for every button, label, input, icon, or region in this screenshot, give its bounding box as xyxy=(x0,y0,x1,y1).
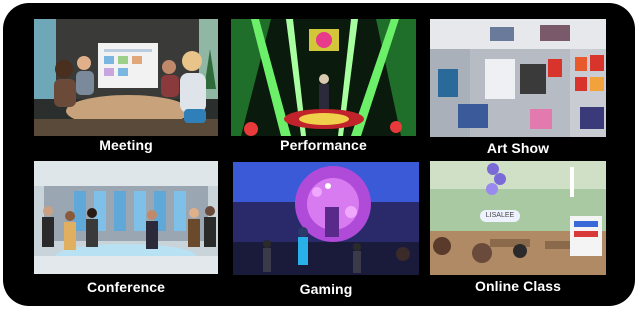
conference-image xyxy=(34,161,218,274)
meeting-label: Meeting xyxy=(99,137,153,153)
conference-label: Conference xyxy=(86,279,166,295)
online-class-label: Online Class xyxy=(474,278,561,294)
meeting-image xyxy=(34,19,218,136)
showcase-panel: LISALEE Meeting Performance Art Show Con… xyxy=(3,3,635,306)
gaming-label: Gaming xyxy=(299,281,353,297)
gaming-image xyxy=(233,162,419,275)
class-name-sign: LISALEE xyxy=(480,210,520,222)
art-show-label: Art Show xyxy=(486,140,550,156)
online-class-image: LISALEE xyxy=(430,161,606,275)
performance-label: Performance xyxy=(280,137,367,153)
performance-image xyxy=(231,19,416,136)
art-show-image xyxy=(430,19,606,137)
